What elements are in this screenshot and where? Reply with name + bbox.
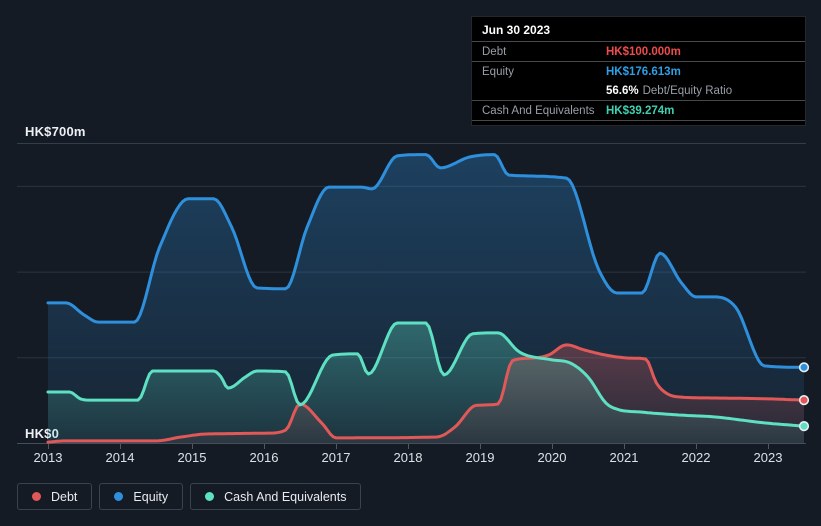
tooltip-ratio-label: Debt/Equity Ratio [642, 84, 733, 97]
tooltip-row-equity: Equity HK$176.613m [472, 62, 805, 81]
cash-dot-icon [205, 492, 215, 501]
series-end-dot-debt [798, 395, 810, 406]
tooltip-equity-label: Equity [482, 65, 514, 78]
tooltip-row-debt: Debt HK$100.000m [472, 42, 805, 62]
tooltip-ratio: 56.6% Debt/Equity Ratio [606, 85, 795, 97]
x-tick-label: 2017 [322, 450, 351, 465]
x-tick-label: 2022 [682, 450, 711, 465]
legend-item-debt[interactable]: Debt [17, 483, 93, 510]
x-tick-label: 2014 [106, 450, 135, 465]
legend-cash-label: Cash And Equivalents [224, 489, 347, 504]
x-axis: 2013 2014 2015 2016 2017 2018 2019 2020 2021 2022… [34, 444, 783, 465]
x-tick-label: 2021 [610, 450, 639, 465]
x-tick-label: 2016 [250, 450, 279, 465]
tooltip-debt-label: Debt [482, 45, 507, 58]
x-tick-label: 2015 [178, 450, 207, 465]
tooltip-date: Jun 30 2023 [472, 17, 805, 42]
series-end-dot-equity [798, 362, 810, 373]
legend-debt-label: Debt [51, 489, 78, 504]
chart-tooltip: Jun 30 2023 Debt HK$100.000m Equity HK$1… [471, 16, 806, 126]
tooltip-debt-value: HK$100.000m [606, 45, 681, 58]
legend-equity-label: Equity [133, 489, 169, 504]
series-fills [48, 154, 804, 443]
x-tick-label: 2019 [466, 450, 495, 465]
x-tick-label: 2018 [394, 450, 423, 465]
debt-dot-icon [32, 492, 41, 501]
debt-equity-history-panel: HK$700m HK$0 2013 2014 2015 2016 2017 2018 201… [0, 0, 821, 526]
legend-item-cash[interactable]: Cash And Equivalents [190, 483, 362, 510]
tooltip-row-cash: Cash And Equivalents HK$39.274m [472, 101, 805, 121]
legend-item-equity[interactable]: Equity [99, 483, 184, 510]
tooltip-cash-value: HK$39.274m [606, 104, 675, 117]
chart-legend: Debt Equity Cash And Equivalents [17, 483, 362, 510]
tooltip-row-ratio: 56.6% Debt/Equity Ratio [472, 81, 805, 101]
series-end-dot-cash [798, 421, 810, 432]
x-tick-label: 2023 [754, 450, 783, 465]
x-tick-label: 2013 [34, 450, 63, 465]
x-tick-label: 2020 [538, 450, 567, 465]
tooltip-ratio-value: 56.6% [606, 84, 639, 97]
equity-dot-icon [114, 492, 124, 501]
tooltip-cash-label: Cash And Equivalents [482, 104, 595, 117]
tooltip-equity-value: HK$176.613m [606, 65, 681, 78]
